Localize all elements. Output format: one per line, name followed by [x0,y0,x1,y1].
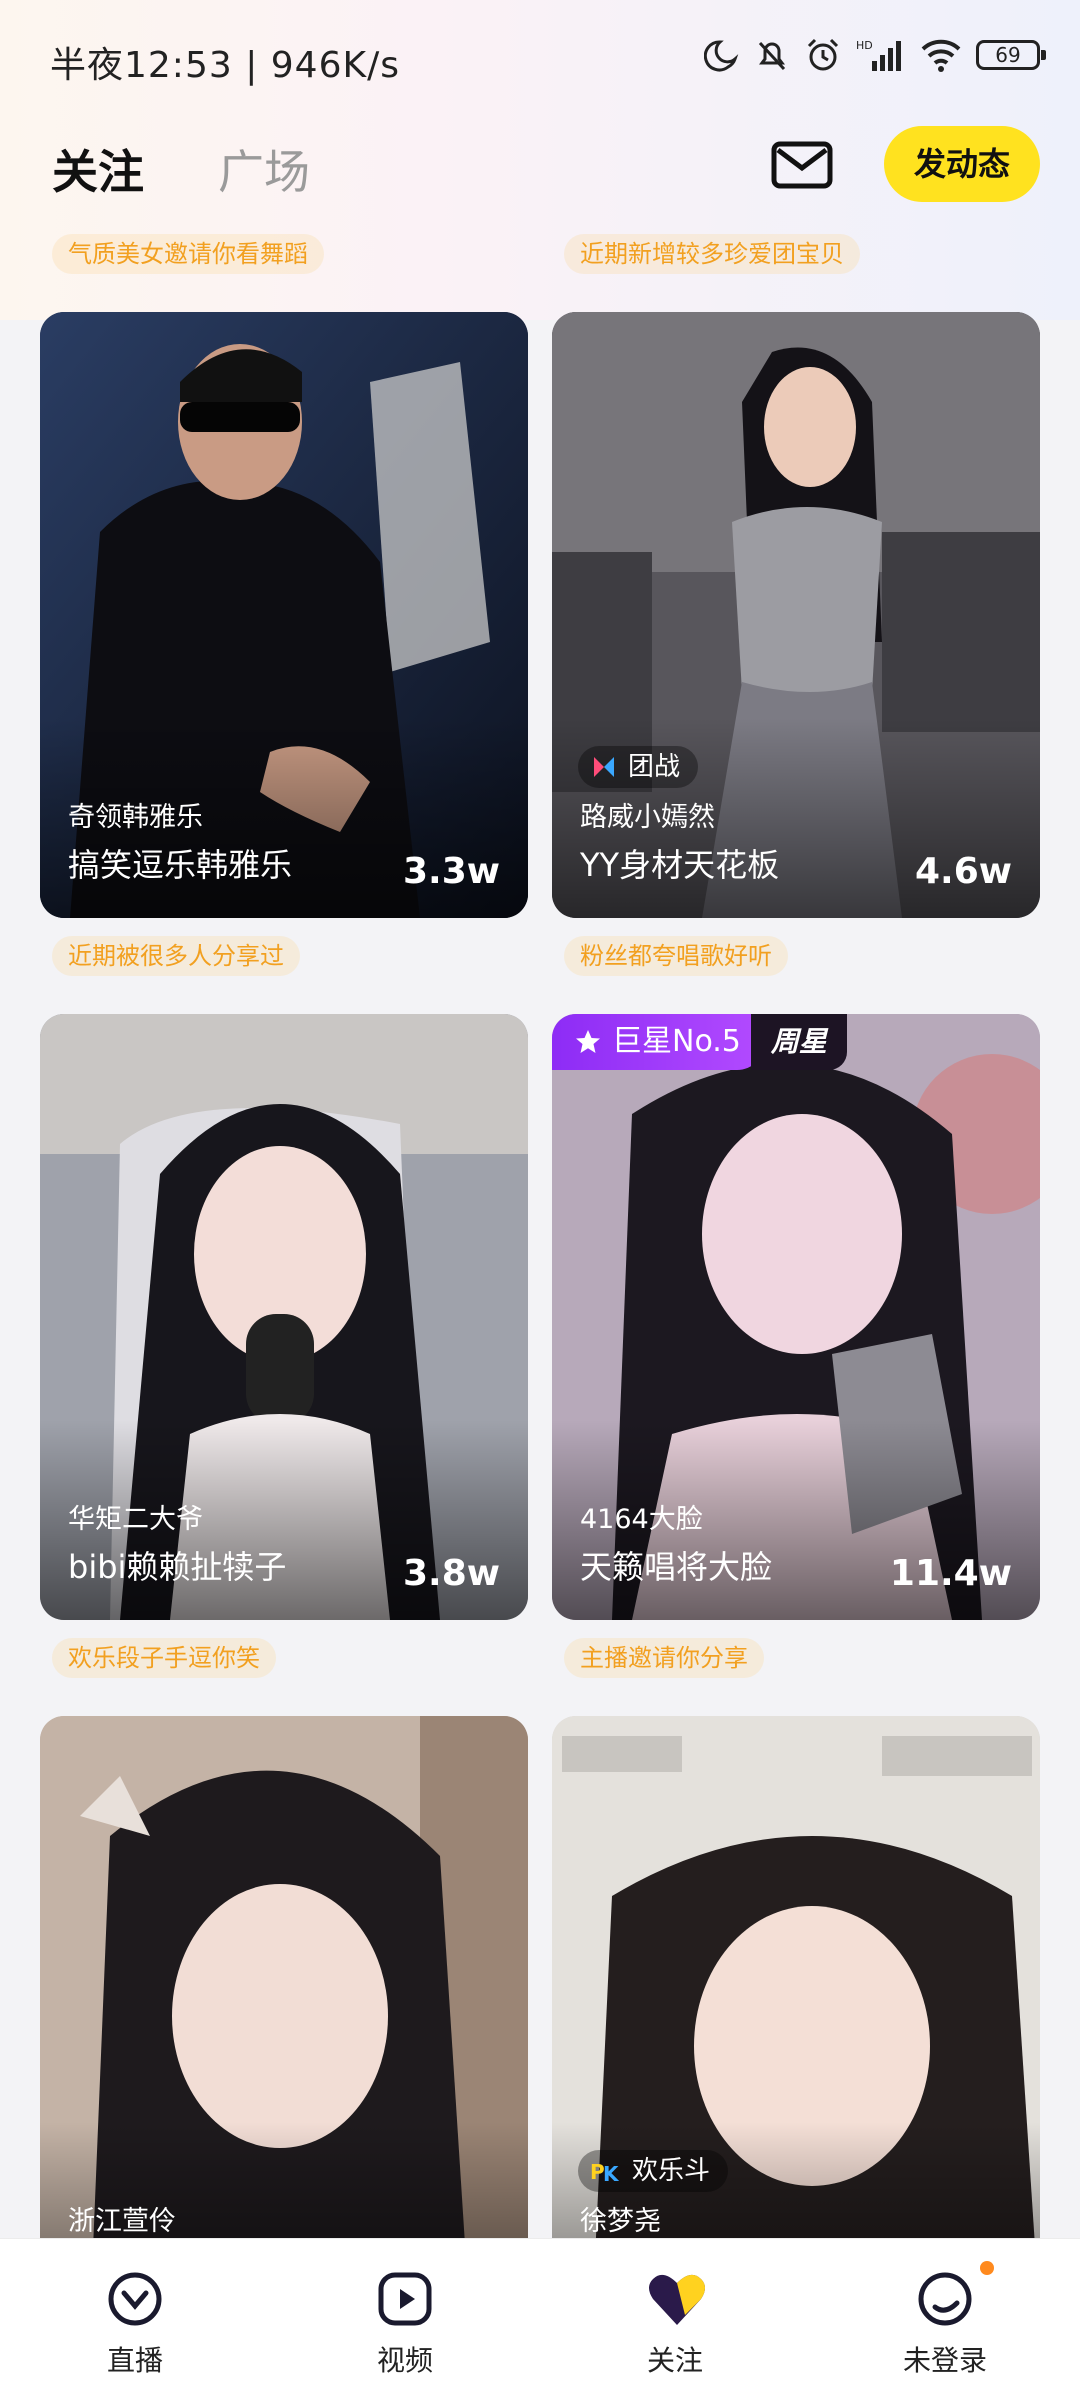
recommend-tag: 主播邀请你分享 [564,1638,764,1678]
moon-icon [704,40,739,72]
svg-text:HD: HD [856,39,873,52]
top-header: 关注 广场 发动态 [0,120,1080,220]
game-badge: PK 欢乐斗 [578,2150,729,2192]
viewer-count: 4.6w [914,851,1012,892]
mail-icon [771,141,833,189]
team-battle-icon [594,757,614,777]
team-battle-badge: 团战 [578,746,699,788]
recommend-tag: 粉丝都夸唱歌好听 [564,936,788,976]
signal-icon: HD [856,39,901,71]
viewer-count: 3.8w [402,1553,500,1594]
live-icon [108,2272,162,2326]
anchor-name: 华矩二大爷 [68,1504,203,1535]
mail-button[interactable] [770,138,834,194]
svg-text:K: K [603,2162,620,2185]
rank-label: 巨星No.5 [612,1024,741,1059]
status-icons: HD 69 [704,36,1046,74]
nav-follow[interactable]: 关注 [615,2269,735,2379]
feed-cell: 近期新增较多珍爱团宝贝 团战 路威小嫣然 YY身材天花板 4.6w [552,228,1040,930]
notification-dot [980,2261,994,2275]
nav-profile[interactable]: 未登录 [885,2269,1005,2379]
recommend-tag: 近期被很多人分享过 [52,936,300,976]
pk-icon: PK [590,2160,620,2185]
wifi-icon [921,39,961,72]
rank-period: 周星 [750,1014,847,1070]
badge-label: 团战 [628,752,681,782]
status-bar: 半夜12:53 | 946K/s HD 69 [0,0,1080,120]
tab-square[interactable]: 广场 [218,136,310,202]
live-card[interactable]: PK 欢乐斗 徐梦尧 [552,1716,1040,2238]
heart-icon [649,2274,705,2325]
nav-label: 未登录 [902,2344,987,2377]
bottom-navigation: 直播 视频 关注 未登录 [0,2238,1080,2401]
video-icon [378,2272,432,2326]
badge-label: 欢乐斗 [632,2156,711,2186]
anchor-name: 浙江萱伶 [68,2206,176,2237]
feed-cell: 气质美女邀请你看舞蹈 奇领韩雅乐 搞笑逗乐韩雅乐 3.3w [40,228,528,930]
anchor-name: 4164大脸 [580,1504,703,1535]
feed-cell: 粉丝都夸唱歌好听 巨星No.5 周星 4164大脸 天籁唱将大脸 11.4w [552,930,1040,1632]
anchor-name: 徐梦尧 [580,2206,661,2237]
feed-cell: 近期被很多人分享过 华矩二大爷 bibi赖赖扯犊子 3.8w [40,930,528,1632]
status-time: 半夜12:53 | 946K/s [50,45,400,86]
recommend-tag: 欢乐段子手逗你笑 [52,1638,276,1678]
live-card[interactable]: 巨星No.5 周星 4164大脸 天籁唱将大脸 11.4w [552,1014,1040,1620]
rank-badge: 巨星No.5 周星 [552,1014,847,1070]
anchor-name: 奇领韩雅乐 [68,802,203,833]
viewer-count: 3.3w [402,851,500,892]
follow-feed[interactable]: 气质美女邀请你看舞蹈 奇领韩雅乐 搞笑逗乐韩雅乐 3.3w 近期新增较多珍爱团宝… [0,228,1080,2238]
nav-label: 视频 [376,2344,433,2377]
nav-label: 关注 [646,2344,703,2377]
room-title: 天籁唱将大脸 [580,1548,773,1586]
room-title: bibi赖赖扯犊子 [68,1548,287,1586]
viewer-count: 11.4w [889,1553,1012,1594]
live-card[interactable]: 奇领韩雅乐 搞笑逗乐韩雅乐 3.3w [40,312,528,918]
battery-indicator: 69 [976,40,1046,70]
nav-video[interactable]: 视频 [345,2269,465,2379]
room-title: YY身材天花板 [580,846,780,884]
star-icon [576,1030,600,1053]
profile-icon [918,2272,972,2326]
live-card[interactable]: 华矩二大爷 bibi赖赖扯犊子 3.8w [40,1014,528,1620]
feed-cell: 欢乐段子手逗你笑 浙江萱伶 [40,1632,528,2238]
recommend-tag: 气质美女邀请你看舞蹈 [52,234,324,274]
feed-cell: 主播邀请你分享 PK 欢乐斗 徐梦尧 [552,1632,1040,2238]
recommend-tag: 近期新增较多珍爱团宝贝 [564,234,860,274]
room-title: 搞笑逗乐韩雅乐 [68,846,293,884]
anchor-name: 路威小嫣然 [580,802,715,833]
post-dynamic-button[interactable]: 发动态 [884,126,1040,202]
alarm-icon [807,38,839,71]
card-grid: 气质美女邀请你看舞蹈 奇领韩雅乐 搞笑逗乐韩雅乐 3.3w 近期新增较多珍爱团宝… [40,228,1040,2238]
mute-bell-icon [758,41,786,71]
tab-follow[interactable]: 关注 [52,136,144,202]
nav-live[interactable]: 直播 [75,2269,195,2379]
live-card[interactable]: 浙江萱伶 [40,1716,528,2238]
nav-label: 直播 [106,2344,163,2377]
live-card[interactable]: 团战 路威小嫣然 YY身材天花板 4.6w [552,312,1040,918]
